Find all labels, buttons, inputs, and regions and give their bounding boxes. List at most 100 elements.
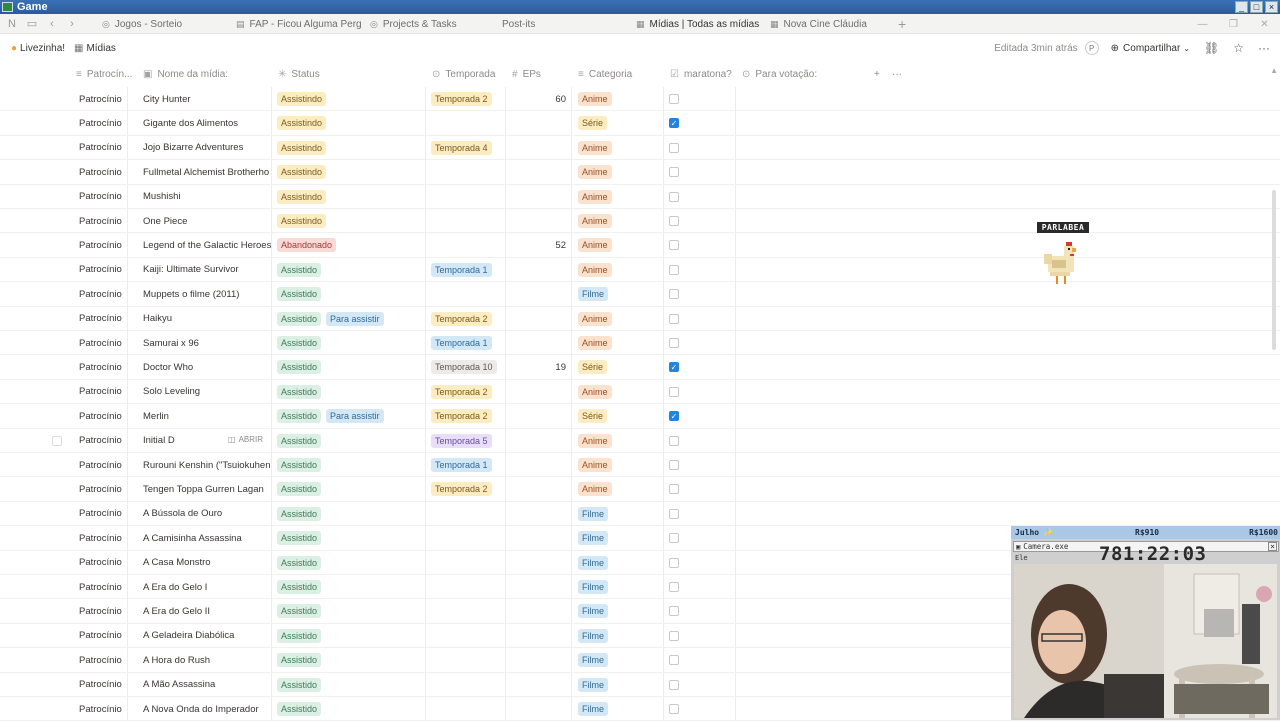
cell-eps[interactable] bbox=[506, 550, 572, 575]
cell-status[interactable]: Assistido bbox=[272, 672, 426, 697]
table-row[interactable]: Patrocínio Kaiji: Ultimate Survivor Assist… bbox=[0, 257, 1280, 283]
close-icon[interactable]: ✕ bbox=[1249, 14, 1280, 34]
cell-categoria[interactable]: Anime bbox=[572, 209, 664, 233]
maratona-checkbox[interactable] bbox=[669, 606, 679, 617]
maratona-checkbox[interactable] bbox=[669, 142, 679, 153]
cell-temporada[interactable]: Temporada 10 bbox=[426, 355, 506, 380]
cell-maratona[interactable] bbox=[664, 672, 736, 697]
cell-status[interactable]: Assistido bbox=[272, 331, 426, 355]
cell-categoria[interactable]: Anime bbox=[572, 87, 664, 111]
cell-patrocinio[interactable]: Patrocínio bbox=[72, 477, 128, 502]
table-row[interactable]: Patrocínio Gigante dos Alimentos Assistind… bbox=[0, 111, 1280, 136]
row-select-checkbox[interactable] bbox=[52, 435, 62, 446]
sidebar-toggle-icon[interactable]: ▭ bbox=[24, 17, 40, 31]
cell-maratona[interactable] bbox=[664, 501, 736, 526]
cell-temporada[interactable]: Temporada 1 bbox=[426, 331, 506, 355]
cell-maratona[interactable] bbox=[664, 599, 736, 624]
add-column-icon[interactable]: + bbox=[874, 64, 886, 84]
cell-eps[interactable]: 19 bbox=[506, 355, 572, 380]
cell-status[interactable]: Assistido bbox=[272, 623, 426, 648]
cell-temporada[interactable]: Temporada 2 bbox=[426, 379, 506, 404]
cell-patrocinio[interactable]: Patrocínio bbox=[72, 501, 128, 526]
cell-categoria[interactable]: Anime bbox=[572, 160, 664, 185]
cell-maratona[interactable] bbox=[664, 453, 736, 477]
tab-fap[interactable]: ▤ FAP - Ficou Alguma Perg bbox=[236, 14, 362, 34]
star-icon[interactable]: ☆ bbox=[1233, 41, 1244, 55]
cell-categoria[interactable]: Anime bbox=[572, 135, 664, 160]
cell-nome[interactable]: A Camisinha Assassina bbox=[136, 526, 272, 551]
cell-temporada[interactable] bbox=[426, 501, 506, 526]
cell-temporada[interactable]: Temporada 1 bbox=[426, 257, 506, 282]
maratona-checkbox[interactable] bbox=[669, 533, 679, 544]
cell-eps[interactable] bbox=[506, 306, 572, 331]
maratona-checkbox[interactable] bbox=[669, 630, 679, 641]
cell-nome[interactable]: Legend of the Galactic Heroes bbox=[136, 233, 272, 258]
cell-categoria[interactable]: Filme bbox=[572, 501, 664, 526]
cell-maratona[interactable] bbox=[664, 697, 736, 721]
cell-eps[interactable] bbox=[506, 575, 572, 599]
cell-nome[interactable]: Doctor Who bbox=[136, 355, 272, 380]
minimize-icon[interactable]: _ bbox=[1235, 1, 1248, 13]
cell-status[interactable]: Assistido bbox=[272, 282, 426, 307]
cell-temporada[interactable] bbox=[426, 575, 506, 599]
cell-eps[interactable]: 60 bbox=[506, 87, 572, 111]
more-icon[interactable]: ··· bbox=[1258, 41, 1270, 55]
cell-eps[interactable] bbox=[506, 648, 572, 673]
col-maratona[interactable]: ☑ maratona? bbox=[670, 64, 736, 84]
maratona-checkbox[interactable] bbox=[669, 313, 679, 324]
cell-patrocinio[interactable]: Patrocínio bbox=[72, 526, 128, 551]
cell-nome[interactable]: A Casa Monstro bbox=[136, 550, 272, 575]
cell-categoria[interactable]: Anime bbox=[572, 184, 664, 209]
cell-patrocinio[interactable]: Patrocínio bbox=[72, 550, 128, 575]
notion-icon[interactable]: N bbox=[4, 17, 20, 31]
table-row[interactable]: Patrocínio Muppets o filme (2011) Assistid… bbox=[0, 282, 1280, 307]
cell-nome[interactable]: Merlin bbox=[136, 404, 272, 429]
table-row[interactable]: Patrocínio Jojo Bizarre Adventures Assisti… bbox=[0, 135, 1280, 161]
cell-temporada[interactable] bbox=[426, 697, 506, 721]
cell-maratona[interactable] bbox=[664, 331, 736, 355]
cell-patrocinio[interactable]: Patrocínio bbox=[72, 257, 128, 282]
cell-patrocinio[interactable]: Patrocínio bbox=[72, 355, 128, 380]
tab-midias[interactable]: ▦ Mídias | Todas as mídias bbox=[636, 14, 759, 34]
cell-eps[interactable] bbox=[506, 526, 572, 551]
vertical-scrollbar[interactable] bbox=[1272, 190, 1276, 350]
cell-status[interactable]: Assistindo bbox=[272, 111, 426, 136]
cell-temporada[interactable]: Temporada 1 bbox=[426, 453, 506, 477]
cell-nome[interactable]: Rurouni Kenshin ("Tsuiokuhen bbox=[136, 453, 272, 477]
cell-status[interactable]: Assistido bbox=[272, 257, 426, 282]
cell-maratona[interactable]: ✓ bbox=[664, 111, 736, 136]
cell-eps[interactable] bbox=[506, 209, 572, 233]
cell-eps[interactable] bbox=[506, 453, 572, 477]
cell-status[interactable]: Assistido bbox=[272, 501, 426, 526]
table-row[interactable]: Patrocínio Samurai x 96 Assistido Temporada… bbox=[0, 331, 1280, 356]
cell-patrocinio[interactable]: Patrocínio bbox=[72, 575, 128, 599]
col-votacao[interactable]: ⊙ Para votação: bbox=[742, 64, 842, 84]
cell-patrocinio[interactable]: Patrocínio bbox=[72, 331, 128, 355]
maratona-checkbox[interactable] bbox=[669, 704, 679, 714]
cell-categoria[interactable]: Filme bbox=[572, 550, 664, 575]
cell-temporada[interactable] bbox=[426, 623, 506, 648]
cell-nome[interactable]: Tengen Toppa Gurren Lagan bbox=[136, 477, 272, 502]
cell-patrocinio[interactable]: Patrocínio bbox=[72, 184, 128, 209]
table-row[interactable]: Patrocínio City Hunter Assistindo Temporada… bbox=[0, 87, 1280, 112]
col-patrocinio[interactable]: ≡ Patrocín... bbox=[76, 64, 136, 84]
open-button[interactable]: ◫ ABRIR bbox=[226, 434, 264, 444]
cell-nome[interactable]: One Piece bbox=[136, 209, 272, 233]
cell-patrocinio[interactable]: Patrocínio bbox=[72, 209, 128, 233]
cell-status[interactable]: Assistindo bbox=[272, 135, 426, 160]
maratona-checkbox[interactable] bbox=[669, 508, 679, 519]
cell-categoria[interactable]: Anime bbox=[572, 306, 664, 331]
minimize-icon[interactable]: — bbox=[1187, 14, 1218, 34]
cell-patrocinio[interactable]: Patrocínio bbox=[72, 697, 128, 721]
cell-temporada[interactable]: Temporada 5 bbox=[426, 428, 506, 453]
cell-maratona[interactable] bbox=[664, 648, 736, 673]
cell-status[interactable]: Assistindo bbox=[272, 209, 426, 233]
cell-nome[interactable]: Gigante dos Alimentos bbox=[136, 111, 272, 136]
cell-patrocinio[interactable]: Patrocínio bbox=[72, 87, 128, 111]
cell-status[interactable]: Assistido bbox=[272, 697, 426, 721]
maratona-checkbox[interactable] bbox=[669, 289, 679, 300]
cell-patrocinio[interactable]: Patrocínio bbox=[72, 648, 128, 673]
cell-patrocinio[interactable]: Patrocínio bbox=[72, 160, 128, 185]
cell-temporada[interactable] bbox=[426, 550, 506, 575]
cell-maratona[interactable] bbox=[664, 184, 736, 209]
